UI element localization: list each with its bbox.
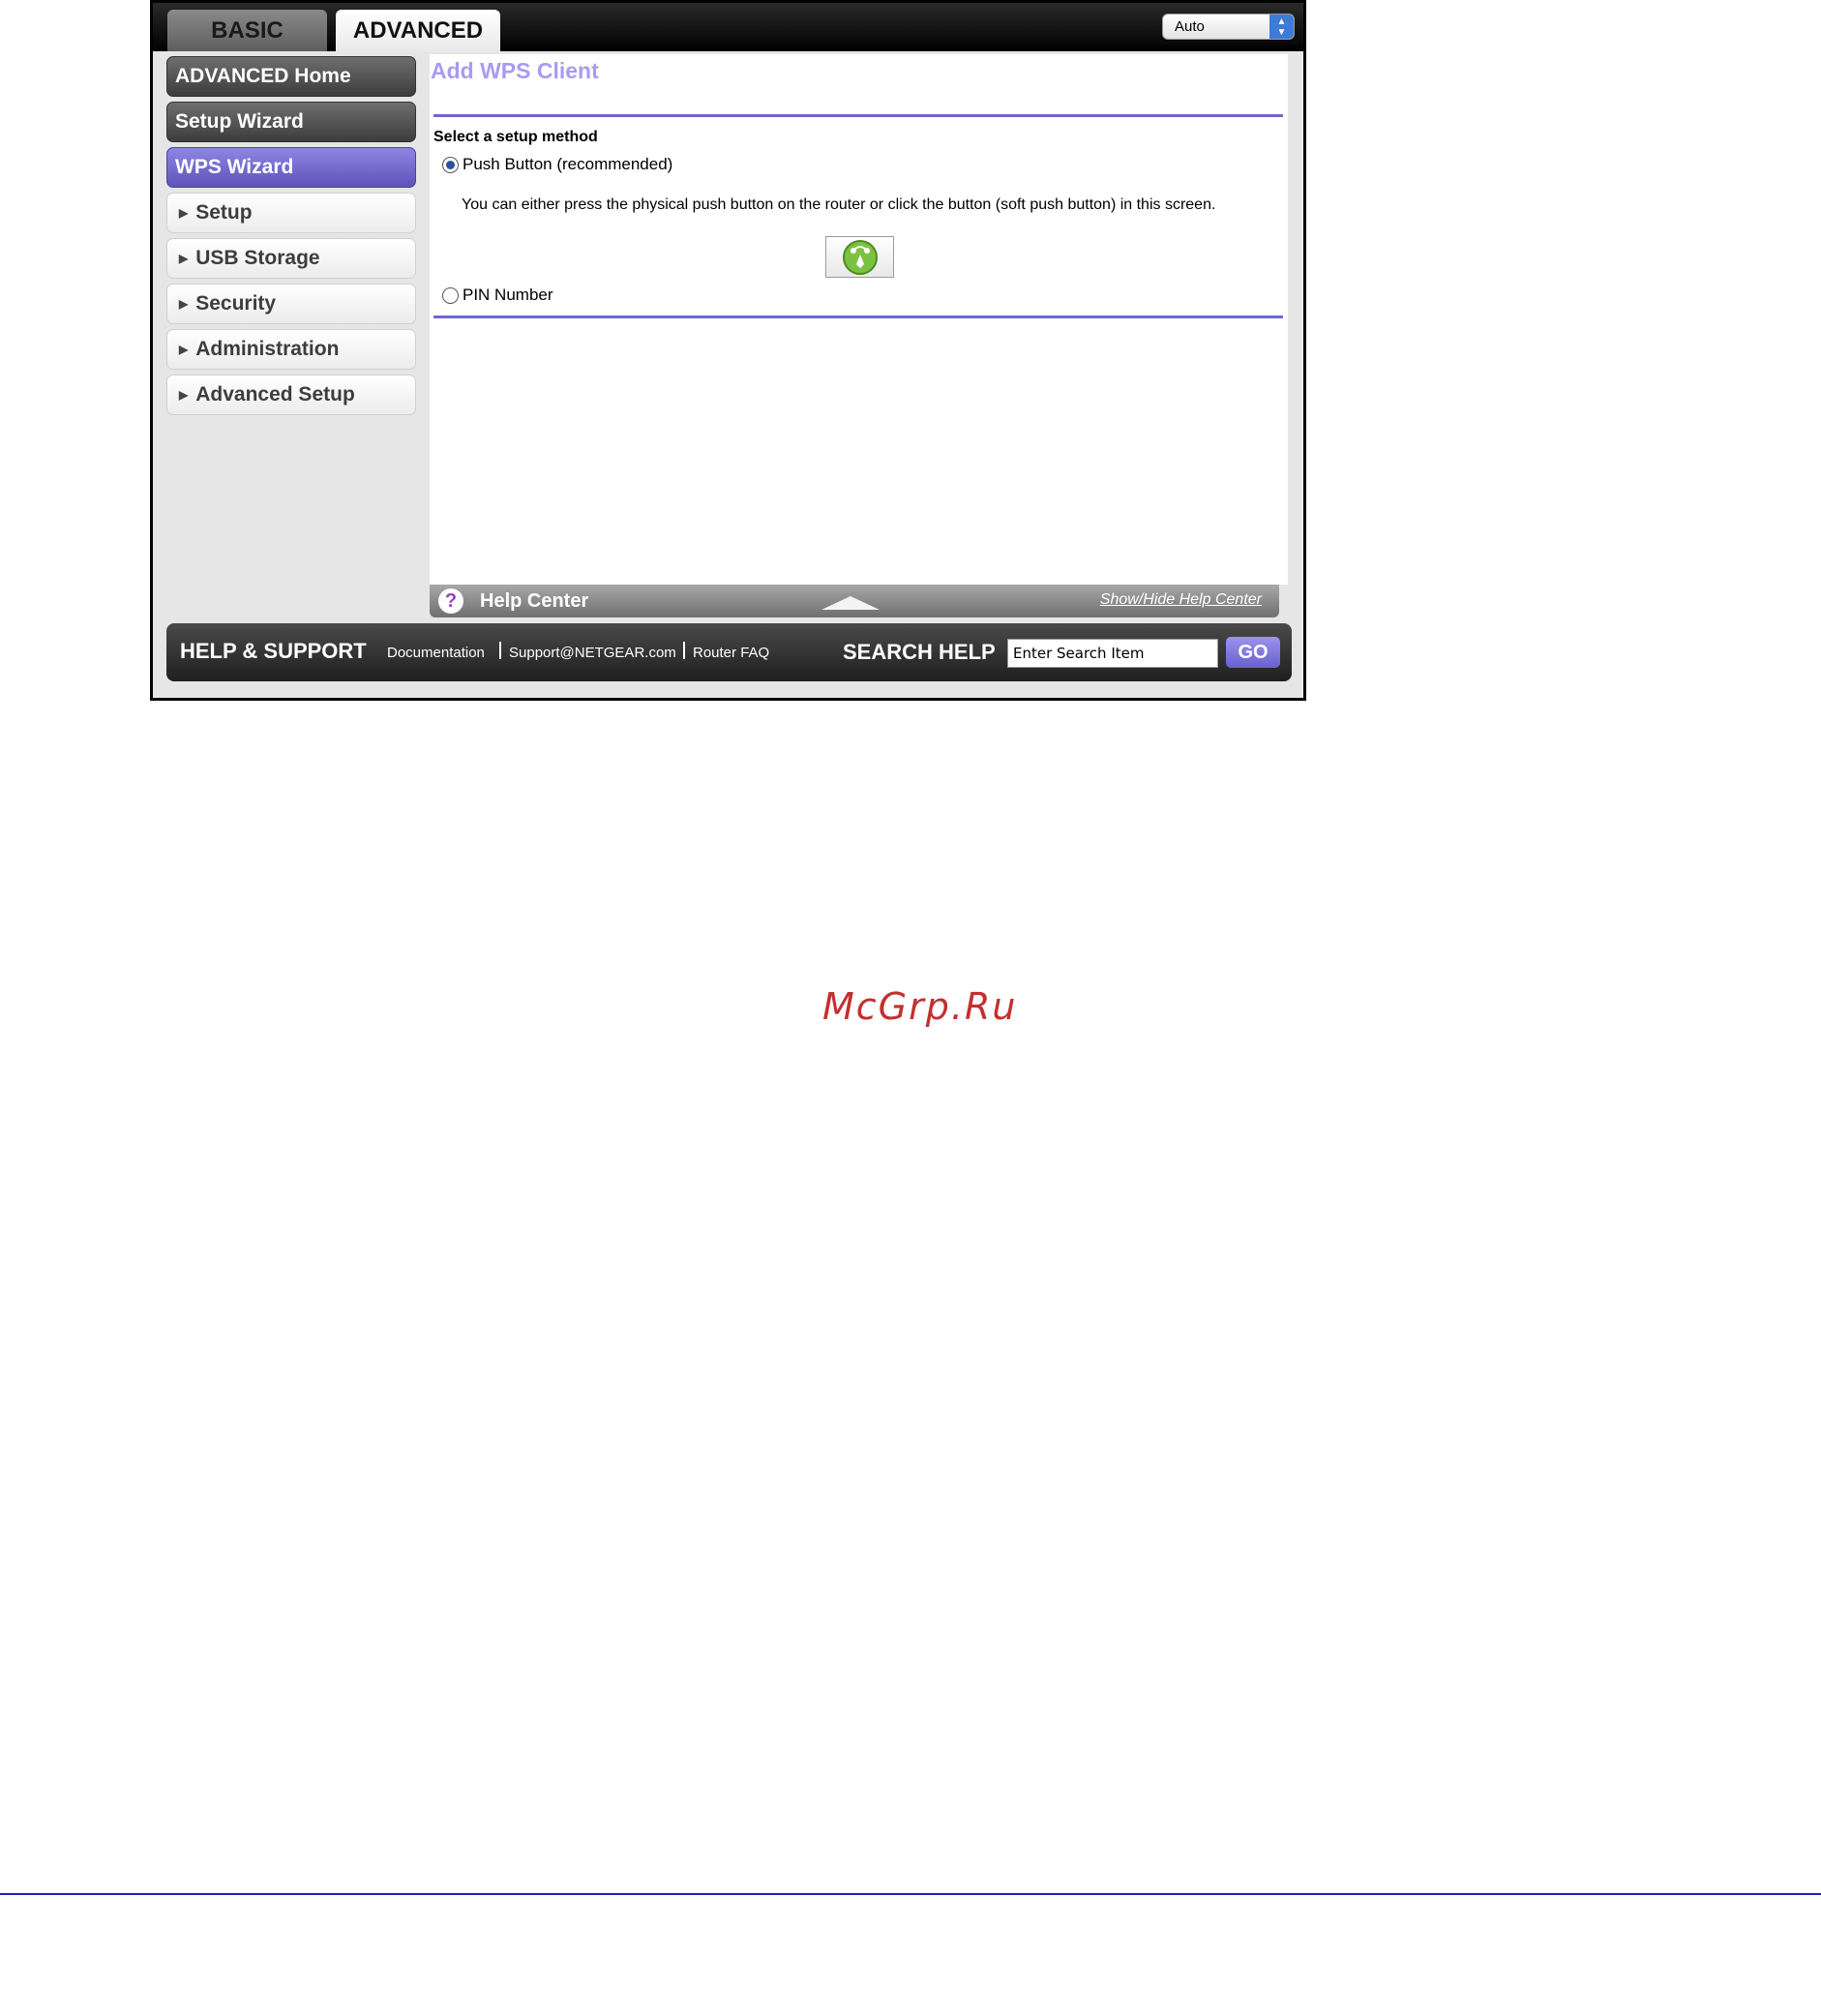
link-separator — [683, 642, 685, 659]
help-support-bar: HELP & SUPPORT Documentation Support@NET… — [166, 623, 1292, 681]
sidebar-item-label: Administration — [195, 338, 340, 360]
documentation-link[interactable]: Documentation — [387, 645, 485, 661]
page-bottom-rule — [0, 1893, 1821, 1895]
support-email-link[interactable]: Support@NETGEAR.com — [509, 645, 676, 661]
pin-number-option-label: PIN Number — [463, 286, 553, 304]
setup-method-label: Select a setup method — [433, 129, 598, 145]
link-separator — [499, 642, 501, 659]
language-select-value: Auto — [1175, 18, 1205, 35]
sidebar-item-security[interactable]: ▶ Security — [166, 284, 416, 324]
sidebar-item-advanced-home[interactable]: ADVANCED Home — [166, 56, 416, 97]
wps-push-button[interactable] — [825, 236, 894, 278]
push-button-radio[interactable] — [442, 156, 459, 173]
sidebar-item-wps-wizard[interactable]: WPS Wizard — [166, 147, 416, 188]
router-faq-link[interactable]: Router FAQ — [693, 645, 769, 661]
push-button-option-label: Push Button (recommended) — [463, 155, 673, 173]
language-select[interactable]: Auto ▲ ▼ — [1162, 14, 1295, 40]
caret-right-icon: ▶ — [179, 297, 189, 311]
sidebar-item-label: Setup Wizard — [175, 110, 304, 133]
sidebar-item-setup[interactable]: ▶ Setup — [166, 193, 416, 233]
sidebar-item-label: Setup — [195, 201, 253, 224]
search-input[interactable] — [1007, 639, 1218, 668]
divider — [433, 316, 1283, 318]
wps-icon — [842, 239, 878, 275]
go-button[interactable]: GO — [1226, 637, 1280, 668]
push-button-description: You can either press the physical push b… — [462, 196, 1216, 213]
sidebar-item-usb-storage[interactable]: ▶ USB Storage — [166, 238, 416, 279]
caret-right-icon: ▶ — [179, 252, 189, 265]
push-button-option[interactable]: Push Button (recommended) — [442, 155, 672, 174]
help-support-title: HELP & SUPPORT — [180, 639, 367, 663]
sidebar-item-advanced-setup[interactable]: ▶ Advanced Setup — [166, 375, 416, 415]
help-center-label: Help Center — [480, 590, 589, 612]
sidebar-item-label: USB Storage — [195, 247, 320, 269]
sidebar-item-label: Security — [195, 292, 277, 315]
tab-basic[interactable]: BASIC — [167, 10, 327, 51]
sidebar-item-label: WPS Wizard — [175, 156, 294, 178]
pin-number-option[interactable]: PIN Number — [442, 286, 553, 305]
help-question-icon[interactable]: ? — [438, 588, 463, 614]
top-bar: BASIC ADVANCED Auto ▲ ▼ — [153, 3, 1303, 52]
sidebar-item-administration[interactable]: ▶ Administration — [166, 329, 416, 370]
search-help-title: SEARCH HELP — [843, 640, 996, 664]
help-center-bar: ? Help Center Show/Hide Help Center — [430, 585, 1279, 617]
content-panel: Add WPS Client Select a setup method Pus… — [430, 54, 1288, 585]
tab-advanced[interactable]: ADVANCED — [336, 10, 500, 52]
updown-arrows-icon: ▲ ▼ — [1269, 15, 1294, 39]
watermark: McGrp.Ru — [822, 985, 1018, 1028]
divider — [433, 114, 1283, 117]
sidebar-item-setup-wizard[interactable]: Setup Wizard — [166, 102, 416, 142]
pin-number-radio[interactable] — [442, 286, 459, 304]
sidebar-item-label: Advanced Setup — [195, 383, 355, 406]
caret-right-icon: ▶ — [179, 388, 189, 402]
show-hide-help-link[interactable]: Show/Hide Help Center — [1100, 591, 1262, 609]
page-title: Add WPS Client — [431, 58, 599, 83]
router-admin-window: BASIC ADVANCED Auto ▲ ▼ ADVANCED Home Set… — [150, 0, 1306, 701]
expand-up-arrow-icon[interactable] — [821, 596, 880, 610]
caret-right-icon: ▶ — [179, 343, 189, 356]
sidebar-item-label: ADVANCED Home — [175, 65, 351, 87]
caret-right-icon: ▶ — [179, 206, 189, 220]
